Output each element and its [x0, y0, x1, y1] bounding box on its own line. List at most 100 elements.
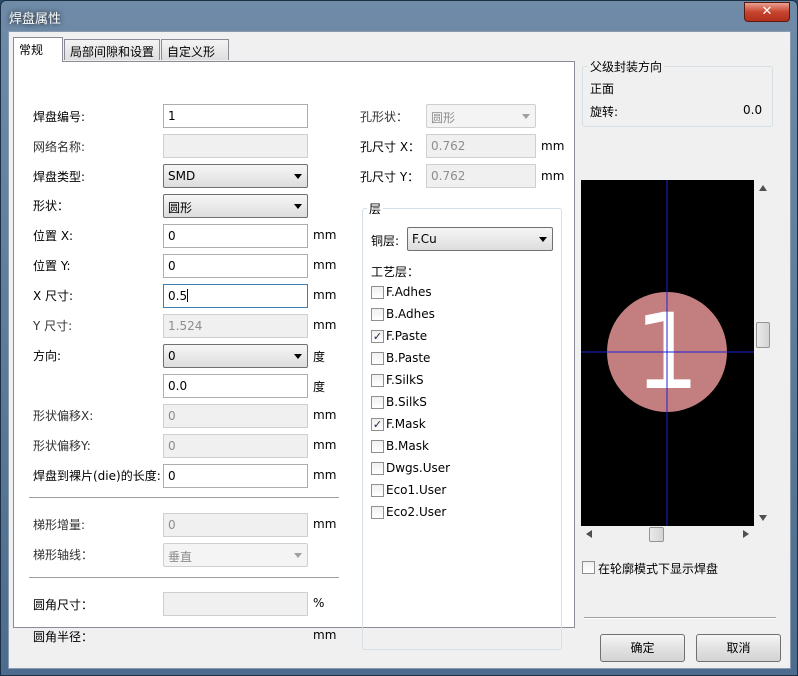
layer-checkbox-dwgs-user[interactable] — [371, 462, 384, 475]
drill-shape-label: 孔形状： — [360, 110, 409, 124]
layer-label: B.SilkS — [386, 395, 427, 409]
layer-label: B.Paste — [386, 351, 431, 365]
corner-size-input[interactable] — [163, 592, 308, 616]
dialog-client: 常规 局部间隙和设置 自定义形状 焊盘编号: 1 网络名称: 焊盘类型: SMD… — [8, 31, 791, 669]
tab-custom-shape[interactable]: 自定义形状 — [161, 39, 229, 76]
title-bar[interactable]: 焊盘属性 ✕ — [1, 1, 797, 31]
layer-checkbox-b-mask[interactable] — [371, 440, 384, 453]
pad-type-value: SMD — [168, 169, 196, 183]
drill-size-y-input[interactable]: 0.762 — [426, 164, 536, 188]
vertical-scroll-thumb[interactable] — [756, 322, 770, 348]
layer-checkbox-f-silks[interactable] — [371, 374, 384, 387]
net-name-input[interactable] — [163, 134, 308, 158]
layer-checkbox-f-paste[interactable]: ✓ — [371, 330, 384, 343]
pos-x-unit: mm — [313, 228, 337, 242]
trap-axis-select[interactable]: 垂直 — [163, 543, 308, 567]
pos-y-input[interactable]: 0 — [163, 254, 308, 278]
net-name-label: 网络名称: — [33, 140, 86, 154]
separator — [29, 577, 339, 579]
trap-delta-input[interactable]: 0 — [163, 513, 308, 537]
corner-size-unit: % — [313, 596, 325, 610]
preview-vertical-scrollbar[interactable] — [755, 180, 772, 526]
pos-x-input[interactable]: 0 — [163, 224, 308, 248]
scroll-left-icon[interactable] — [586, 530, 592, 538]
chevron-down-icon — [522, 114, 530, 119]
layer-label: B.Adhes — [386, 307, 435, 321]
sketch-mode-checkbox[interactable] — [582, 561, 595, 574]
pad-number-input[interactable]: 1 — [163, 104, 308, 128]
layers-group-title: 层 — [367, 200, 384, 217]
copper-layer-value: F.Cu — [412, 232, 437, 246]
parent-orientation-title: 父级封装方向 — [588, 58, 665, 75]
die-length-unit: mm — [313, 468, 337, 482]
drill-size-y-label: 孔尺寸 Y： — [360, 170, 420, 184]
layer-label: F.Adhes — [386, 285, 432, 299]
trap-delta-unit: mm — [313, 517, 337, 531]
layer-checkbox-b-silks[interactable] — [371, 396, 384, 409]
shape-offset-y-unit: mm — [313, 438, 337, 452]
close-icon: ✕ — [761, 4, 773, 19]
layer-checkbox-b-paste[interactable] — [371, 352, 384, 365]
drill-size-x-input[interactable]: 0.762 — [426, 134, 536, 158]
scroll-up-icon[interactable] — [759, 185, 767, 191]
chevron-down-icon — [294, 174, 302, 179]
shape-offset-y-label: 形状偏移Y: — [33, 439, 91, 453]
orientation-unit: 度 — [313, 350, 326, 364]
horizontal-scroll-thumb[interactable] — [649, 527, 664, 542]
orientation-custom-unit: 度 — [313, 380, 326, 394]
trap-axis-value: 垂直 — [168, 550, 193, 564]
die-length-label: 焊盘到裸片(die)的长度: — [33, 469, 161, 483]
scroll-right-icon[interactable] — [743, 530, 749, 538]
orientation-value: 0 — [168, 349, 176, 363]
layer-label: F.Paste — [386, 329, 428, 343]
layer-label: F.Mask — [386, 417, 426, 431]
shape-offset-y-input[interactable]: 0 — [163, 434, 308, 458]
pad-type-select[interactable]: SMD — [163, 164, 308, 188]
text-caret — [187, 289, 189, 302]
window-title: 焊盘属性 — [9, 12, 62, 27]
pad-preview-svg: 1 — [581, 180, 754, 526]
shape-select[interactable]: 圆形 — [163, 194, 308, 218]
size-y-unit: mm — [313, 318, 337, 332]
preview-horizontal-scrollbar[interactable] — [581, 526, 754, 543]
layer-checkbox-b-adhes[interactable] — [371, 308, 384, 321]
copper-layer-select[interactable]: F.Cu — [407, 227, 553, 251]
pos-y-unit: mm — [313, 258, 337, 272]
ok-button[interactable]: 确定 — [600, 634, 685, 662]
orientation-custom-input[interactable]: 0.0 — [163, 374, 308, 398]
trap-delta-label: 梯形增量: — [33, 518, 86, 532]
corner-radius-label: 圆角半径： — [33, 630, 94, 644]
shape-value: 圆形 — [168, 201, 193, 215]
layer-checkbox-eco2-user[interactable] — [371, 506, 384, 519]
layer-checkbox-f-mask[interactable]: ✓ — [371, 418, 384, 431]
layer-checkbox-f-adhes[interactable] — [371, 286, 384, 299]
sketch-mode-label: 在轮廓模式下显示焊盘 — [598, 562, 719, 576]
layer-label: Dwgs.User — [386, 461, 451, 475]
shape-label: 形状： — [33, 199, 70, 213]
drill-shape-select[interactable]: 圆形 — [426, 104, 536, 128]
chevron-down-icon — [294, 354, 302, 359]
tab-general[interactable]: 常规 — [13, 37, 63, 62]
die-length-input[interactable]: 0 — [163, 464, 308, 488]
scroll-down-icon[interactable] — [759, 515, 767, 521]
shape-offset-x-input[interactable]: 0 — [163, 404, 308, 428]
layer-label: Eco1.User — [386, 483, 447, 497]
size-y-input[interactable]: 1.524 — [163, 314, 308, 338]
drill-size-x-unit: mm — [541, 139, 565, 153]
close-button[interactable]: ✕ — [744, 2, 790, 22]
layer-label: F.SilkS — [386, 373, 424, 387]
parent-side-text: 正面 — [590, 82, 615, 96]
pos-x-label: 位置 X: — [33, 229, 74, 243]
size-x-input[interactable]: 0.5 — [163, 284, 308, 308]
drill-size-x-label: 孔尺寸 X： — [360, 140, 421, 154]
chevron-down-icon — [539, 237, 547, 242]
chevron-down-icon — [294, 204, 302, 209]
drill-shape-value: 圆形 — [431, 111, 456, 125]
pad-preview-canvas[interactable]: 1 — [581, 180, 754, 526]
layer-checkbox-eco1-user[interactable] — [371, 484, 384, 497]
tab-local-clearance[interactable]: 局部间隙和设置 — [64, 39, 160, 60]
cancel-button[interactable]: 取消 — [696, 634, 781, 662]
separator — [29, 497, 339, 499]
size-x-unit: mm — [313, 288, 337, 302]
orientation-select[interactable]: 0 — [163, 344, 308, 368]
